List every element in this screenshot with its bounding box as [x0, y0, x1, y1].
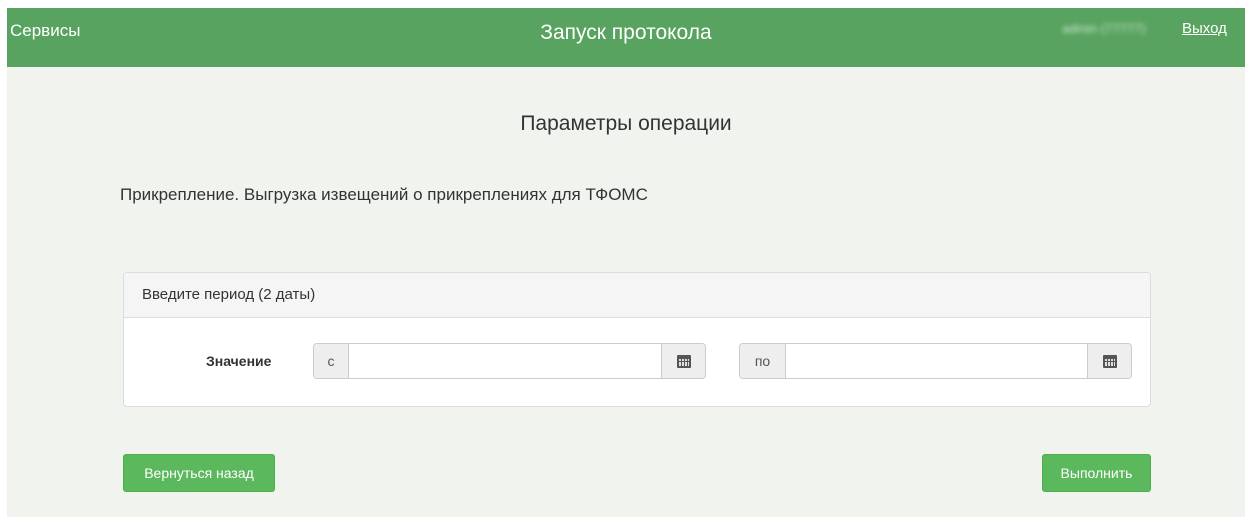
date-to-group: по — [739, 343, 1132, 379]
services-link[interactable]: Сервисы — [10, 21, 80, 41]
date-to-prefix: по — [740, 344, 786, 378]
date-from-input[interactable] — [349, 344, 661, 378]
period-panel-title: Введите период (2 даты) — [124, 273, 1150, 318]
execute-button[interactable]: Выполнить — [1042, 454, 1151, 492]
date-from-group: с — [313, 343, 706, 379]
date-to-input[interactable] — [786, 344, 1087, 378]
date-to-calendar-button[interactable] — [1087, 344, 1131, 378]
date-from-calendar-button[interactable] — [661, 344, 705, 378]
page-title: Запуск протокола — [540, 21, 712, 44]
user-name: admin (77777) — [1062, 21, 1146, 36]
section-heading: Параметры операции — [520, 112, 732, 135]
back-button[interactable]: Вернуться назад — [123, 454, 275, 492]
period-panel: Введите период (2 даты) Значение с по — [123, 272, 1151, 407]
calendar-icon — [1102, 355, 1117, 368]
date-from-prefix: с — [314, 344, 349, 378]
logout-link[interactable]: Выход — [1182, 20, 1227, 37]
value-label: Значение — [206, 353, 272, 369]
top-bar: Запуск протокола Сервисы admin (77777) В… — [7, 8, 1245, 67]
operation-name: Прикрепление. Выгрузка извещений о прикр… — [120, 185, 648, 204]
page: Запуск протокола Сервисы admin (77777) В… — [7, 8, 1245, 517]
calendar-icon — [676, 355, 691, 368]
